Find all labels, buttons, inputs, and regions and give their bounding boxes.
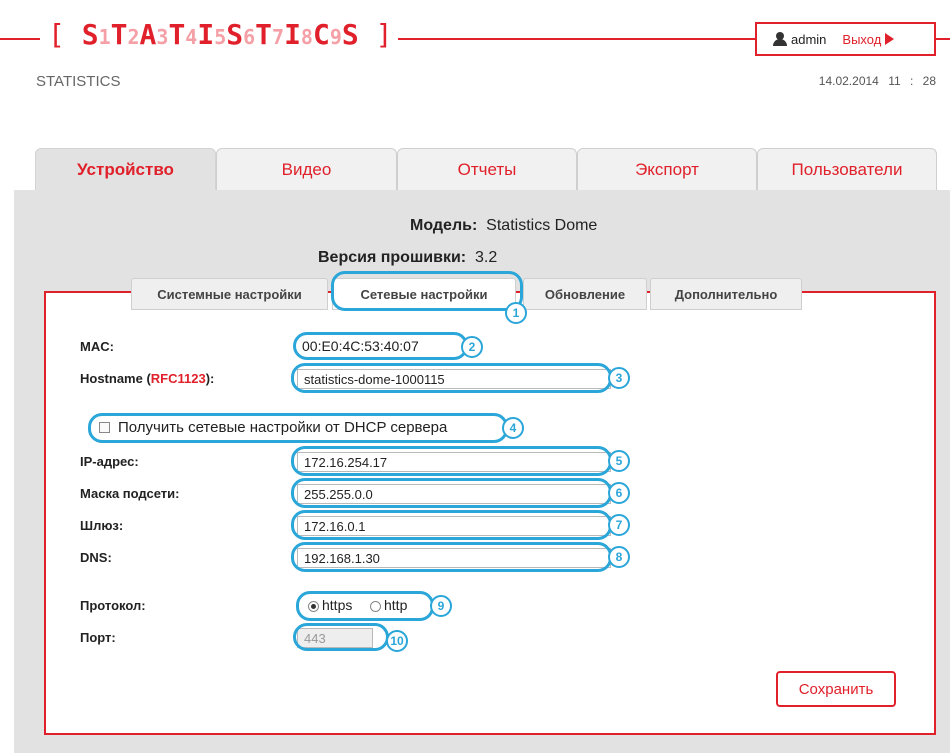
username: admin <box>791 31 827 47</box>
logo-char: 4 <box>185 25 198 49</box>
logo-char: 1 <box>98 25 111 49</box>
hostname-label-suffix: ): <box>205 371 215 386</box>
ip-field[interactable] <box>297 452 611 472</box>
subtab-update[interactable]: Обновление <box>523 278 647 310</box>
firmware-value: 3.2 <box>475 249 498 266</box>
subtab-label: Дополнительно <box>674 286 778 302</box>
logo-char: 2 <box>127 25 140 49</box>
subtab-label: Обновление <box>544 286 626 302</box>
http-radio-label: http <box>384 597 408 613</box>
logo-char: T <box>110 18 128 51</box>
firmware-label: Версия прошивки: <box>318 249 467 266</box>
subtab-label: Сетевые настройки <box>360 286 488 302</box>
callout-number-2: 2 <box>461 336 483 358</box>
app-subtitle: STATISTICS <box>36 73 121 90</box>
date-text: 14.02.2014 <box>818 74 879 88</box>
mask-label: Маска подсети: <box>80 486 180 501</box>
datetime: 14.02.2014 11 : 28 <box>819 74 936 88</box>
logout-button[interactable]: Выход <box>842 31 895 47</box>
callout-number-4: 4 <box>502 417 524 439</box>
http-radio[interactable] <box>370 601 381 612</box>
model-row: Модель: Statistics Dome <box>410 217 597 235</box>
tab-label: Экспорт <box>635 159 699 179</box>
logo-char: T <box>255 18 273 51</box>
tab-export[interactable]: Экспорт <box>577 148 757 190</box>
hostname-field[interactable] <box>297 369 611 389</box>
logout-label: Выход <box>842 31 882 47</box>
tab-users[interactable]: Пользователи <box>757 148 937 190</box>
tab-reports[interactable]: Отчеты <box>397 148 577 190</box>
callout-number-7: 7 <box>608 514 630 536</box>
tab-label: Устройство <box>77 159 174 179</box>
logo-char: 3 <box>156 25 169 49</box>
dhcp-label: Получить сетевые настройки от DHCP серве… <box>118 419 448 436</box>
header-line-middle <box>398 38 755 40</box>
mac-label: MAC: <box>80 339 114 354</box>
dns-field[interactable] <box>297 548 611 568</box>
logo-char: 6 <box>243 25 256 49</box>
rfc-link: RFC1123 <box>150 371 206 386</box>
callout-number-3: 3 <box>608 367 630 389</box>
gateway-field[interactable] <box>297 516 611 536</box>
tab-label: Отчеты <box>457 159 517 179</box>
save-button[interactable]: Сохранить <box>776 671 896 707</box>
logo-char: 5 <box>214 25 227 49</box>
app-logo: [ S1T2A3T4I5S6T7I8C9S ] <box>48 18 393 51</box>
logo-char: I <box>197 18 215 51</box>
gateway-label: Шлюз: <box>80 518 124 533</box>
header-line-right <box>934 38 950 40</box>
model-label: Модель: <box>410 217 478 234</box>
logo-char: C <box>312 18 330 51</box>
user-box: admin Выход <box>755 22 936 56</box>
tab-device[interactable]: Устройство <box>35 148 216 190</box>
subtab-label: Системные настройки <box>157 286 302 302</box>
logo-char: S <box>226 18 244 51</box>
hostname-label: Hostname (RFC1123): <box>80 371 214 386</box>
tab-video[interactable]: Видео <box>216 148 397 190</box>
network-settings-panel <box>44 291 936 735</box>
dhcp-checkbox[interactable] <box>99 422 110 433</box>
port-field[interactable] <box>297 628 373 648</box>
subtab-network[interactable]: Сетевые настройки <box>332 278 516 310</box>
hostname-label-text: Hostname ( <box>80 371 151 386</box>
dns-label: DNS: <box>80 550 112 565</box>
callout-number-9: 9 <box>430 595 452 617</box>
tab-label: Пользователи <box>791 159 903 179</box>
mac-value: 00:E0:4C:53:40:07 <box>302 338 419 354</box>
callout-number-1: 1 <box>505 302 527 324</box>
firmware-row: Версия прошивки: 3.2 <box>318 249 497 267</box>
subtab-advanced[interactable]: Дополнительно <box>650 278 802 310</box>
protocol-label: Протокол: <box>80 598 146 613</box>
logo-char: A <box>139 18 157 51</box>
logo-char: I <box>284 18 301 51</box>
https-radio[interactable] <box>308 601 319 612</box>
logo-char: 8 <box>300 25 313 49</box>
callout-number-6: 6 <box>608 482 630 504</box>
mask-field[interactable] <box>297 484 611 504</box>
time-text: 11 : 28 <box>888 74 936 88</box>
callout-number-10: 10 <box>386 630 408 652</box>
port-label: Порт: <box>80 630 116 645</box>
tab-label: Видео <box>281 159 332 179</box>
user-icon <box>773 32 787 46</box>
callout-number-5: 5 <box>608 450 630 472</box>
ip-label: IP-адрес: <box>80 454 139 469</box>
logo-char: 7 <box>272 25 285 49</box>
logo-char: T <box>168 18 186 51</box>
https-radio-label: https <box>322 597 353 613</box>
logo-char: 9 <box>329 25 342 49</box>
play-arrow-icon <box>885 33 895 45</box>
model-value: Statistics Dome <box>486 217 598 234</box>
logo-char: S <box>81 18 99 51</box>
subtab-system[interactable]: Системные настройки <box>131 278 328 310</box>
header-line-left <box>0 38 40 40</box>
logo-char: S <box>341 18 359 51</box>
callout-number-8: 8 <box>608 546 630 568</box>
